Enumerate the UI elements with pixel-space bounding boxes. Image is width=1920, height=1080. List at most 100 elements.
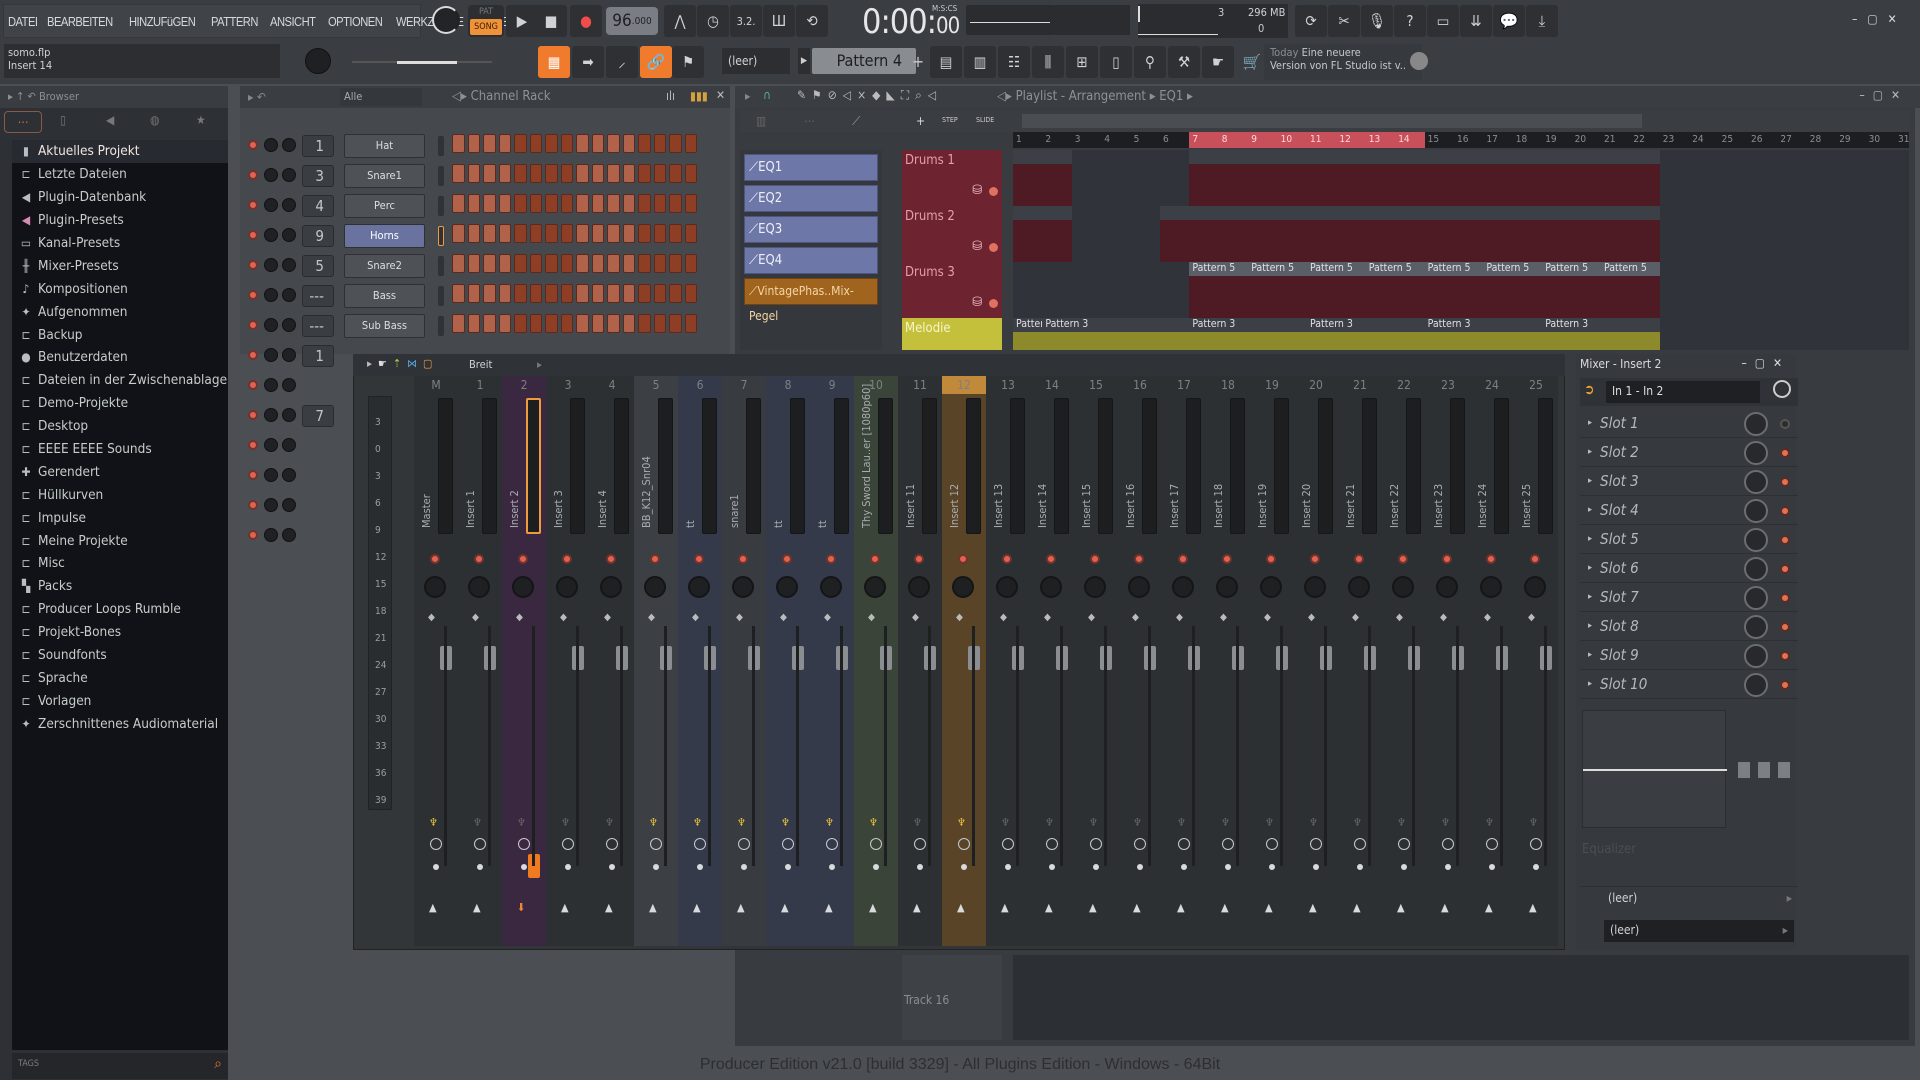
channel-mixer-track[interactable]: 5 <box>302 255 334 277</box>
pattern-clip[interactable] <box>1189 150 1219 206</box>
latency-clock-icon[interactable] <box>694 838 706 850</box>
step-button[interactable] <box>467 194 480 213</box>
mixer-pan-knob[interactable] <box>908 576 930 598</box>
input-routing-icon[interactable]: ♆ <box>1089 816 1098 829</box>
step-button[interactable] <box>622 134 635 153</box>
step-button[interactable] <box>498 194 511 213</box>
mixer-pan-knob[interactable] <box>952 576 974 598</box>
mixer-mute-led[interactable] <box>826 554 836 564</box>
stereo-separation-icon[interactable]: ◆ <box>560 612 567 623</box>
input-routing-icon[interactable]: ♆ <box>1441 816 1450 829</box>
touch-keyboard-button[interactable]: ☛ <box>1202 46 1234 78</box>
pattern-clip[interactable] <box>1013 206 1043 262</box>
step-button[interactable] <box>591 284 604 303</box>
mixer-mute-led[interactable] <box>914 554 924 564</box>
pattern-clip[interactable] <box>1336 150 1366 206</box>
slot-expand-icon[interactable]: ▸ <box>1588 554 1592 583</box>
input-routing-icon[interactable]: ♆ <box>1529 816 1538 829</box>
export-button[interactable]: ⇊ <box>1460 5 1492 37</box>
latency-clock-icon[interactable] <box>870 838 882 850</box>
pattern-clip[interactable] <box>1542 150 1572 206</box>
record-arm-dot[interactable] <box>521 864 527 870</box>
input-routing-icon[interactable]: ♆ <box>737 816 746 829</box>
mixer-channel[interactable]: 13 Insert 13 ◆ ♆ ▲ <box>986 376 1030 946</box>
latency-clock-icon[interactable] <box>958 838 970 850</box>
channel-volume-knob[interactable] <box>264 378 278 392</box>
channel-volume-knob[interactable] <box>264 348 278 362</box>
step-button[interactable] <box>653 254 666 273</box>
main-volume-knob[interactable] <box>305 48 331 74</box>
step-button[interactable] <box>684 254 697 273</box>
step-button[interactable] <box>514 254 527 273</box>
tab-online[interactable]: ◍ <box>150 113 159 127</box>
latency-clock-icon[interactable] <box>474 838 486 850</box>
channel-mute-led[interactable] <box>248 170 258 180</box>
track-mute-led[interactable] <box>989 243 998 252</box>
step-button[interactable] <box>669 254 682 273</box>
slot-enable-led[interactable] <box>1780 622 1790 632</box>
record-arm-dot[interactable] <box>433 864 439 870</box>
pattern-clip[interactable] <box>1365 206 1396 262</box>
menu-optionen[interactable]: OPTIONEN <box>328 14 383 29</box>
latency-clock-icon[interactable] <box>430 838 442 850</box>
send-arrow-icon[interactable]: ▲ <box>561 901 569 914</box>
channel-volume-knob[interactable] <box>264 318 278 332</box>
menu-bearbeiten[interactable]: BEARBEITEN <box>47 14 113 29</box>
eq-mid-fader[interactable] <box>1758 762 1770 778</box>
mixer-channel[interactable]: 10 Thy Sword Lau..er [1080p60] ◆ ♆ ▲ <box>854 376 898 946</box>
send-arrow-icon[interactable]: ▲ <box>825 901 833 914</box>
step-button[interactable] <box>545 254 558 273</box>
effect-slot[interactable]: ▸ Slot 2 <box>1580 438 1798 467</box>
step-button[interactable] <box>514 284 527 303</box>
step-button[interactable] <box>545 224 558 243</box>
record-arm-dot[interactable] <box>653 864 659 870</box>
mixer-mute-led[interactable] <box>1002 554 1012 564</box>
pattern-clip[interactable] <box>1189 206 1219 262</box>
mixer-mute-led[interactable] <box>1530 554 1540 564</box>
pattern-clip[interactable]: Pattern 5 <box>1424 262 1484 318</box>
pattern-prev-button[interactable]: ▶ <box>798 48 810 74</box>
browser-item[interactable]: ⊏ Letzte Dateien <box>12 163 228 186</box>
step-button[interactable] <box>498 254 511 273</box>
track-lane[interactable] <box>1013 206 1909 262</box>
step-button[interactable] <box>684 314 697 333</box>
mixer-pan-knob[interactable] <box>688 576 710 598</box>
step-button[interactable] <box>576 314 589 333</box>
step-button[interactable] <box>576 224 589 243</box>
mixer-pan-knob[interactable] <box>1304 576 1326 598</box>
record-arm-dot[interactable] <box>1005 864 1011 870</box>
step-button[interactable] <box>653 164 666 183</box>
effect-slot[interactable]: ▸ Slot 8 <box>1580 612 1798 641</box>
browser-item[interactable]: ◀ Plugin-Datenbank <box>12 186 228 209</box>
mixer-channel[interactable]: 7 snare1 ◆ ♆ ▲ <box>722 376 766 946</box>
step-button[interactable] <box>653 134 666 153</box>
record-arm-dot[interactable] <box>741 864 747 870</box>
channel-mixer-track[interactable]: 1 <box>302 135 334 157</box>
channel-select[interactable] <box>438 226 444 246</box>
latency-clock-icon[interactable] <box>1310 838 1322 850</box>
step-button[interactable] <box>560 314 573 333</box>
slot-mix-knob[interactable] <box>1744 615 1768 639</box>
pattern-clip[interactable] <box>1454 206 1484 262</box>
mixer-pan-knob[interactable] <box>600 576 622 598</box>
step-button[interactable] <box>576 164 589 183</box>
effect-slot[interactable]: ▸ Slot 7 <box>1580 583 1798 612</box>
step-button[interactable] <box>591 134 604 153</box>
step-button[interactable] <box>560 254 573 273</box>
browser-item[interactable]: ⊏ Demo-Projekte <box>12 392 228 415</box>
mixer-pan-knob[interactable] <box>864 576 886 598</box>
add-pattern-button[interactable]: + <box>912 52 924 71</box>
mixer-mute-led[interactable] <box>562 554 572 564</box>
step-button[interactable] <box>576 254 589 273</box>
step-button[interactable] <box>622 254 635 273</box>
latency-clock-icon[interactable] <box>1222 838 1234 850</box>
step-button[interactable] <box>622 224 635 243</box>
automation-clip[interactable]: ⟋EQ1 <box>744 154 878 181</box>
step-button[interactable] <box>638 134 651 153</box>
input-routing-icon[interactable]: ♆ <box>781 816 790 829</box>
slot-expand-icon[interactable]: ▸ <box>1588 467 1592 496</box>
step-button[interactable] <box>607 314 620 333</box>
pattern-clip[interactable] <box>1042 206 1072 262</box>
mixer-pan-knob[interactable] <box>1128 576 1150 598</box>
record-arm-dot[interactable] <box>917 864 923 870</box>
